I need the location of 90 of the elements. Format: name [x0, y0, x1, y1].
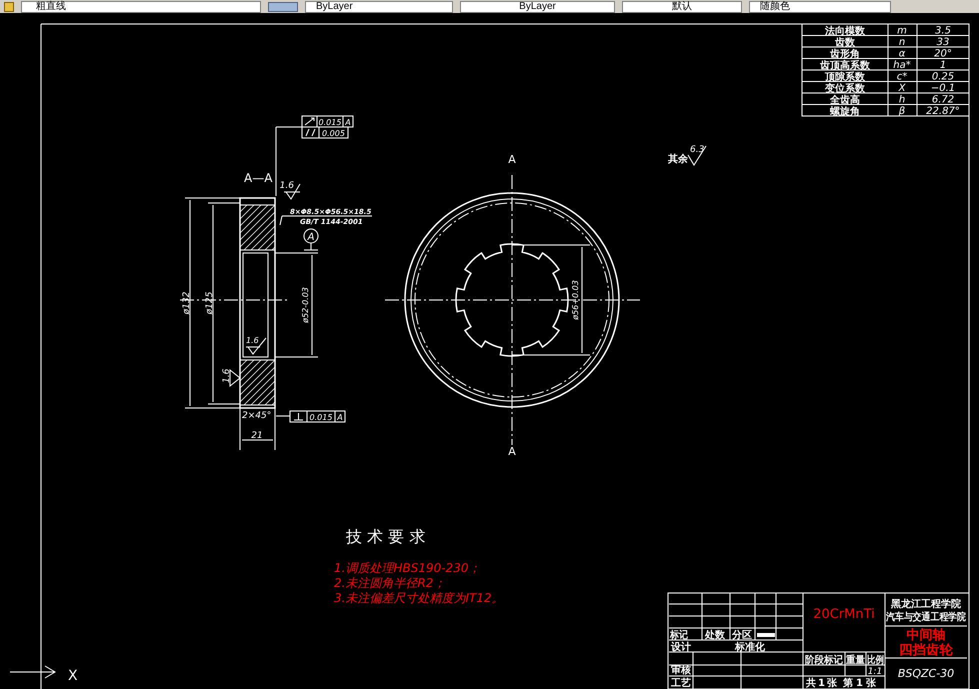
title-block-label: 审核	[671, 665, 691, 676]
roughness-symbol-icon	[230, 368, 241, 388]
runout-icon	[304, 118, 314, 126]
datum-letter: A	[308, 232, 314, 243]
datum-reference: A	[345, 118, 351, 127]
sheet-text: 共	[806, 678, 816, 689]
school-name: 黑龙江工程学院	[891, 599, 961, 610]
parameter-symbol: α	[898, 48, 906, 60]
requirement-text: 1.调质处理HBS190-230；	[334, 561, 480, 575]
parameter-name: 变位系数	[825, 84, 865, 94]
parameter-symbol: β	[898, 106, 906, 117]
parameter-name: 法向模数	[825, 26, 865, 37]
section-label: A—A	[244, 171, 272, 185]
layers-icon[interactable]	[268, 2, 298, 12]
parameter-value: 33	[936, 37, 950, 48]
roughness-value: 1.6	[222, 368, 232, 383]
title-block-label: 分区	[732, 630, 752, 641]
tolerance-value: 0.005	[322, 129, 345, 138]
parameter-symbol: c*	[896, 72, 908, 82]
tolerance-frame	[302, 116, 354, 128]
title-block-label: 比例	[867, 655, 887, 666]
tolerance-frame	[290, 410, 346, 422]
parameter-name: 顶隙系数	[825, 72, 865, 83]
tolerance-value: 0.015	[310, 413, 332, 422]
axis-label: X	[68, 668, 78, 684]
parameter-value: 20°	[934, 48, 952, 60]
property-dropdown[interactable]: 随颜色	[749, 1, 891, 13]
parameter-name: 螺旋角	[830, 106, 860, 118]
parameter-symbol: ha*	[893, 60, 911, 71]
section-mark: A	[508, 153, 516, 166]
dimension-text: ø52-0.03	[301, 287, 310, 323]
section-mark: A	[508, 445, 516, 458]
perpendicularity-icon	[294, 412, 304, 420]
roughness-symbol-icon	[688, 146, 706, 166]
cylindricity-icon	[306, 128, 316, 136]
ucs-axis-icon	[10, 666, 56, 678]
parameter-value: −0.1	[930, 83, 956, 94]
title-block-label: 处数	[705, 630, 725, 641]
parameter-value: 22.87°	[926, 106, 960, 117]
property-dropdown[interactable]: ByLayer	[305, 1, 453, 13]
layer-icon[interactable]	[4, 2, 14, 12]
parameter-name: 齿数	[835, 38, 855, 48]
sheet-text: 张	[866, 678, 876, 689]
scale-value: 1:1	[868, 667, 882, 677]
title-block-label: 标记	[670, 630, 690, 641]
parameter-value: 1	[940, 60, 946, 71]
sheet-text: 1	[856, 678, 863, 689]
requirements-title: 技 术 要 求	[346, 527, 426, 546]
parameter-name: 齿形角	[830, 49, 860, 60]
material-text: 20CrMnTi	[813, 607, 875, 622]
roughness-symbol-icon	[246, 338, 266, 355]
parameter-value: 3.5	[935, 26, 951, 36]
sheet-text: 1	[818, 678, 825, 689]
title-block-label: 设计	[671, 642, 691, 653]
sheet-text: 张	[827, 678, 837, 689]
parameter-name: 齿顶高系数	[820, 60, 870, 72]
part-name: 中间轴	[906, 628, 946, 643]
roughness-label: 其余	[668, 154, 688, 165]
roughness-value: 6.3	[690, 145, 704, 155]
title-block-label: 标准化	[735, 642, 765, 653]
property-dropdown[interactable]: 粗直线	[21, 1, 261, 13]
sheet-text: 第	[843, 678, 853, 689]
requirement-text: 3.未注偏差尺寸处精度为IT12。	[334, 591, 504, 605]
school-name: 汽车与交通工程学院	[886, 612, 976, 623]
tolerance-frame	[302, 126, 348, 138]
datum-circle	[304, 228, 318, 244]
property-dropdown[interactable]: ByLayer	[460, 1, 615, 13]
title-block-label: 阶段标记	[805, 655, 845, 666]
chamfer-text: 2×45°	[242, 411, 272, 421]
leader-line	[276, 126, 302, 196]
parameter-symbol: h	[898, 94, 906, 106]
requirement-text: 2.未注圆角半径R2；	[334, 576, 446, 590]
dimension-text: 21	[251, 431, 263, 441]
title-block-label: 重量	[846, 655, 866, 666]
part-name: 四挡齿轮	[899, 643, 951, 658]
parameter-value: 6.72	[932, 94, 954, 106]
roughness-value: 1.6	[246, 336, 259, 345]
parameter-symbol: n	[898, 37, 906, 48]
parameter-symbol: m	[897, 26, 907, 36]
datum-reference: A	[337, 413, 343, 422]
dimension-text: ø56+0.03	[571, 280, 580, 320]
parameter-symbol: X	[898, 83, 906, 94]
parameter-value: 0.25	[932, 72, 954, 82]
tolerance-value: 0.015	[318, 118, 342, 127]
property-dropdown[interactable]: 默认	[622, 1, 742, 13]
drawing-number: BSQZC-30	[898, 667, 954, 680]
roughness-value: 1.6	[280, 181, 294, 191]
dimension-text: ø125	[205, 292, 215, 314]
title-block-label: 工艺	[671, 678, 691, 689]
parameter-name: 全齿高	[830, 95, 860, 106]
